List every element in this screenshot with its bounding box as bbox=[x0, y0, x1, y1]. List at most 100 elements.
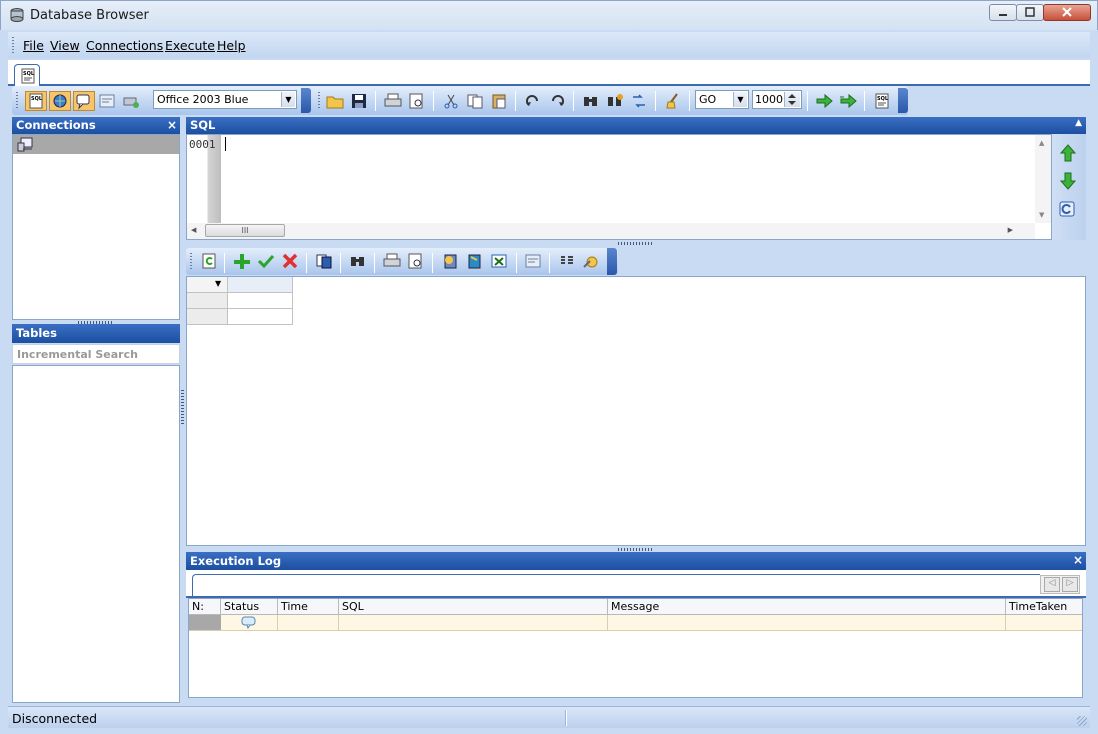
close-icon[interactable]: × bbox=[1073, 553, 1083, 567]
refresh-results-icon[interactable] bbox=[200, 253, 218, 269]
history-up-arrow-icon[interactable] bbox=[1059, 144, 1077, 165]
grid-view-icon[interactable] bbox=[524, 253, 542, 269]
grid-cell[interactable] bbox=[228, 293, 293, 309]
log-col-message[interactable]: Message bbox=[608, 599, 1006, 614]
redo-icon[interactable] bbox=[548, 93, 566, 109]
row-limit-stepper[interactable]: 1000 bbox=[752, 90, 802, 109]
chat-bubble-icon[interactable] bbox=[73, 91, 95, 111]
resize-grip-icon[interactable] bbox=[1077, 716, 1087, 726]
delete-row-icon[interactable] bbox=[281, 253, 299, 269]
export-icon[interactable] bbox=[442, 253, 460, 269]
clear-broom-icon[interactable] bbox=[664, 93, 682, 109]
toolbar-separator bbox=[655, 91, 656, 111]
open-folder-icon[interactable] bbox=[326, 93, 344, 109]
horizontal-scrollbar[interactable]: ◀ III ▶ bbox=[187, 223, 1035, 239]
cut-icon[interactable] bbox=[442, 93, 460, 109]
grid-row-header[interactable] bbox=[187, 293, 228, 309]
toolbar-overflow-button[interactable] bbox=[898, 88, 908, 113]
batch-terminator-select[interactable]: GO ▼ bbox=[695, 90, 749, 109]
execute-arrow-icon[interactable] bbox=[815, 93, 833, 109]
log-tab[interactable] bbox=[192, 574, 1040, 598]
tab-next-icon[interactable]: ▷ bbox=[1062, 577, 1078, 592]
incremental-search-input[interactable]: Incremental Search bbox=[12, 344, 180, 364]
replace-icon[interactable] bbox=[630, 93, 648, 109]
export-excel-icon[interactable] bbox=[490, 253, 508, 269]
print-preview-results-icon[interactable] bbox=[407, 253, 425, 269]
copy-results-icon[interactable] bbox=[315, 253, 333, 269]
results-grid[interactable]: ▼ bbox=[186, 276, 1086, 546]
menu-connections[interactable]: Connections bbox=[86, 38, 163, 53]
toolbar-separator bbox=[432, 253, 433, 273]
log-tab-strip: ◁ ▷ bbox=[186, 570, 1086, 598]
log-row[interactable] bbox=[189, 615, 1082, 631]
theme-select[interactable]: Office 2003 Blue ▼ bbox=[153, 90, 297, 109]
toolbar-overflow-button[interactable] bbox=[301, 88, 311, 113]
execute-all-arrow-icon[interactable] bbox=[839, 93, 857, 109]
print-results-icon[interactable] bbox=[383, 253, 401, 269]
vertical-scrollbar[interactable]: ▲ ▼ bbox=[1035, 135, 1051, 223]
sql-script-icon[interactable]: SQL bbox=[873, 93, 891, 109]
menu-grip[interactable] bbox=[12, 37, 14, 53]
scroll-down-icon[interactable]: ▼ bbox=[1039, 211, 1044, 219]
print-preview-icon[interactable] bbox=[408, 93, 426, 109]
log-col-number[interactable]: N: bbox=[189, 599, 221, 614]
copy-icon[interactable] bbox=[466, 93, 484, 109]
log-col-status[interactable]: Status bbox=[221, 599, 278, 614]
grid-column-header[interactable] bbox=[228, 277, 293, 293]
toolbar-separator bbox=[306, 253, 307, 273]
form-view-icon[interactable] bbox=[98, 93, 116, 109]
log-col-time[interactable]: Time bbox=[278, 599, 339, 614]
splitter-grip[interactable] bbox=[618, 242, 654, 245]
menu-help[interactable]: Help bbox=[217, 38, 246, 53]
columns-icon[interactable] bbox=[558, 253, 576, 269]
splitter-grip[interactable] bbox=[618, 548, 654, 551]
refresh-icon[interactable] bbox=[1059, 201, 1075, 220]
close-icon[interactable]: × bbox=[167, 118, 177, 132]
add-row-icon[interactable] bbox=[233, 253, 251, 270]
grid-row-header[interactable] bbox=[187, 309, 228, 325]
vertical-splitter-grip[interactable] bbox=[181, 390, 184, 426]
maximize-button[interactable] bbox=[1016, 4, 1044, 21]
scroll-right-icon[interactable]: ▶ bbox=[1008, 226, 1013, 234]
connect-db-icon[interactable] bbox=[122, 93, 140, 109]
collapse-up-icon[interactable]: ▲ bbox=[1075, 118, 1082, 128]
commit-check-icon[interactable] bbox=[257, 253, 275, 269]
tables-list[interactable] bbox=[12, 365, 180, 703]
toolbar-overflow-button[interactable] bbox=[607, 248, 617, 275]
find-in-results-icon[interactable] bbox=[349, 253, 367, 269]
execution-log-title: Execution Log bbox=[190, 554, 282, 568]
print-icon[interactable] bbox=[384, 93, 402, 109]
execution-log-table[interactable]: N: Status Time SQL Message TimeTaken bbox=[188, 598, 1083, 698]
log-col-timetaken[interactable]: TimeTaken bbox=[1006, 599, 1082, 614]
new-sql-icon[interactable]: SQL bbox=[25, 91, 47, 111]
close-window-button[interactable] bbox=[1043, 4, 1091, 21]
spin-arrows-icon[interactable] bbox=[784, 92, 800, 107]
find-icon[interactable] bbox=[582, 93, 600, 109]
globe-icon[interactable] bbox=[49, 91, 71, 111]
connections-tree[interactable] bbox=[12, 134, 180, 320]
tab-prev-icon[interactable]: ◁ bbox=[1044, 577, 1060, 592]
menu-execute[interactable]: Execute bbox=[165, 38, 215, 53]
grid-corner-header[interactable]: ▼ bbox=[187, 277, 228, 293]
paste-icon[interactable] bbox=[490, 93, 508, 109]
grid-cell[interactable] bbox=[228, 309, 293, 325]
undo-icon[interactable] bbox=[524, 93, 542, 109]
find-next-icon[interactable] bbox=[606, 93, 624, 109]
export-html-icon[interactable] bbox=[466, 253, 484, 269]
sql-editor[interactable]: 0001 ▲ ▼ ◀ III ▶ bbox=[186, 134, 1052, 240]
toolbar-grip[interactable] bbox=[190, 253, 192, 271]
minimize-button[interactable] bbox=[989, 4, 1017, 21]
menu-view[interactable]: View bbox=[50, 38, 80, 53]
scroll-up-icon[interactable]: ▲ bbox=[1039, 139, 1044, 147]
toolbar-grip[interactable] bbox=[16, 92, 18, 110]
settings-wand-icon[interactable] bbox=[582, 253, 600, 269]
menu-file[interactable]: File bbox=[23, 38, 44, 53]
sql-document-tab[interactable]: SQL bbox=[14, 64, 40, 86]
scroll-thumb[interactable]: III bbox=[205, 224, 285, 237]
save-icon[interactable] bbox=[350, 93, 368, 109]
toolbar-grip[interactable] bbox=[318, 92, 320, 110]
scroll-left-icon[interactable]: ◀ bbox=[191, 226, 196, 234]
connection-item[interactable] bbox=[13, 135, 179, 154]
history-down-arrow-icon[interactable] bbox=[1059, 172, 1077, 193]
log-col-sql[interactable]: SQL bbox=[339, 599, 608, 614]
